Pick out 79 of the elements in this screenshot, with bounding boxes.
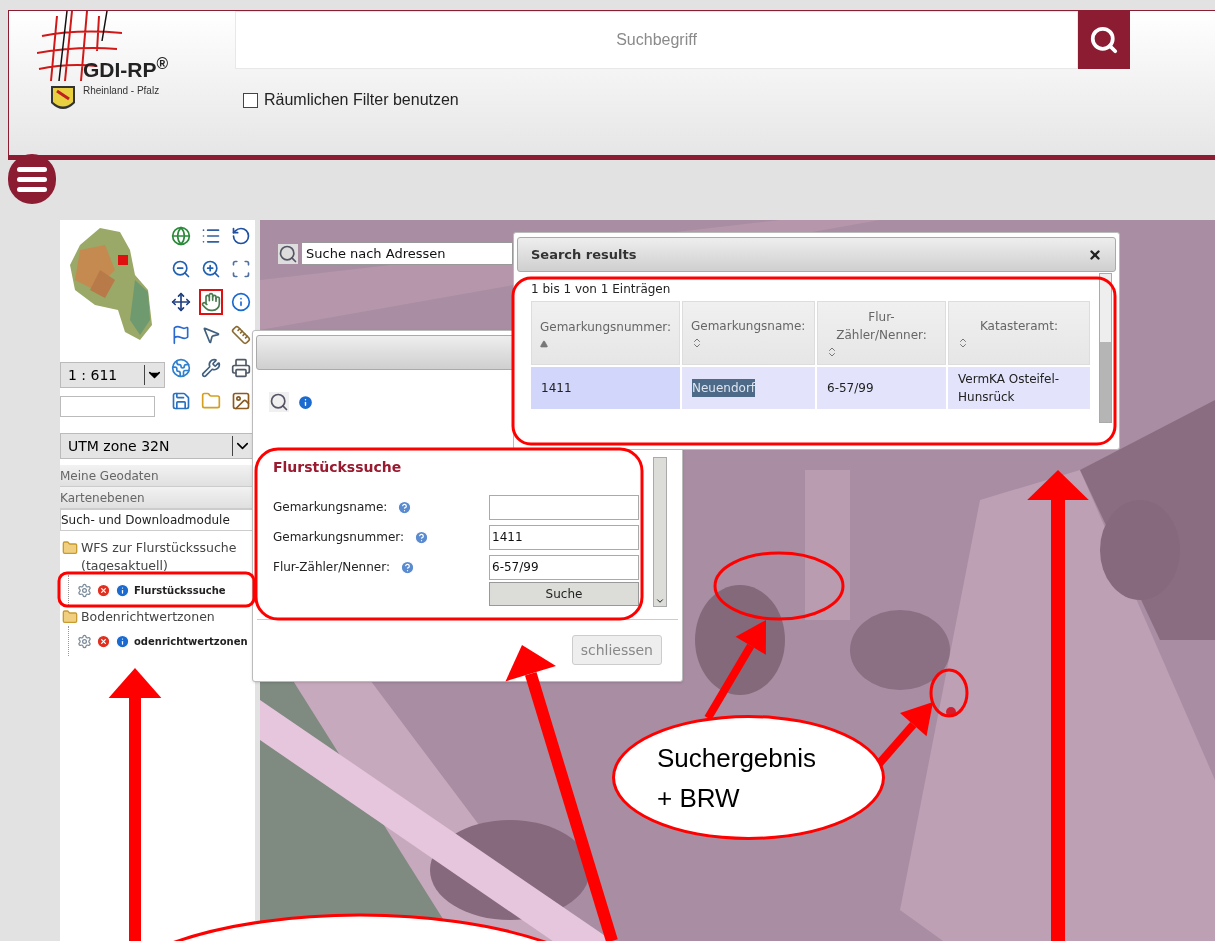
tree-item-label[interactable]: Flurstückssuche [134,582,226,598]
sort-icon [826,346,838,358]
sort-icon [691,337,703,349]
search-field[interactable]: Suchbegriff [235,11,1078,69]
column-header[interactable]: Flur-Zähler/Nenner: [817,301,946,365]
spatial-filter-checkbox[interactable] [243,92,258,108]
tree-item-label[interactable]: odenrichtwertzonen [134,633,248,649]
help-icon [399,559,415,575]
address-search-icon [278,243,298,264]
callout-text: Suchergebnis [657,742,817,773]
help-icon [414,529,430,545]
form-field[interactable] [489,494,639,520]
ruler-icon [231,325,251,345]
logo-subtitle: Rheinland - Pfalz [83,84,160,98]
table-cell: VermKA Osteifel-Hunsrück [948,367,1090,409]
info-icon [115,582,130,598]
search-icon [269,392,289,412]
list-icon [201,226,221,246]
logo-title: GDI-RP$^{®}$ [83,54,169,83]
result-marker [946,707,956,717]
remove-icon [96,582,111,598]
sort-ascending-icon [540,340,548,348]
info-icon [231,292,251,312]
field-label: Gemarkungsname: [273,499,388,516]
table-cell: 6-57/99 [817,367,946,409]
image-icon [231,391,251,411]
undo-icon [231,226,251,246]
info-icon [115,633,130,649]
column-header[interactable]: Katasteramt: [948,301,1090,365]
pan-icon [171,292,191,312]
zoom-out-icon [171,259,191,279]
folder-icon [201,391,221,411]
form-title: Flurstückssuche [273,458,403,477]
form-field[interactable]: 6-57/99 [489,554,639,580]
flag-icon [171,325,191,345]
folder-icon [62,609,78,625]
tree-folder-label[interactable]: Bodenrichtwertzonen [81,608,215,626]
projection-dropdown[interactable]: UTM zone 32N [60,433,253,459]
zoom-in-icon [201,259,221,279]
globe-icon [171,226,191,246]
printer-icon [231,358,251,378]
field-label: Gemarkungsnummer: [273,529,405,546]
settings-icon [77,633,92,649]
form-field[interactable]: 1411 [489,524,639,550]
scale-dropdown[interactable]: 1 : 611 [60,362,165,388]
spatial-filter-label: Räumlichen Filter benutzen [264,90,459,110]
scroll-down-icon [655,596,665,606]
pointer-icon [201,325,221,345]
close-icon [1088,247,1102,262]
address-search-field[interactable]: Suche nach Adressen [301,242,513,265]
table-cell: 1411 [531,367,680,409]
sidebar-tab[interactable]: Kartenebenen [60,487,255,509]
wrench-icon [201,358,221,378]
column-header[interactable]: Gemarkungsnummer: [531,301,680,365]
search-button[interactable] [1078,11,1130,69]
remove-icon [96,633,111,649]
menu-button[interactable] [8,154,56,204]
sidebar-tab[interactable]: Meine Geodaten [60,465,255,487]
help-icon [397,499,413,515]
column-header[interactable]: Gemarkungsname: [682,301,815,365]
annotation-ellipse [929,668,969,718]
dialog-title: Search results [531,245,638,264]
search-icon [1089,25,1119,55]
sidebar-tab[interactable]: Such- und Downloadmodule [60,509,255,531]
hand-icon [201,292,221,312]
save-icon [171,391,191,411]
settings-icon [77,582,92,598]
scale-input[interactable] [60,396,155,417]
earth-icon [171,358,191,378]
callout-text: + BRW [657,782,741,813]
zoom-box-icon [231,259,251,279]
tree-folder-label[interactable]: WFS zur Flurstückssuche (tagesaktuell) [81,539,255,575]
toolbar-button[interactable] [199,289,223,315]
sort-icon [957,337,969,349]
search-submit-button[interactable]: Suche [489,582,639,606]
field-label: Flur-Zähler/Nenner: [273,559,390,576]
folder-icon [62,540,78,556]
results-summary: 1 bis 1 von 1 Einträgen [531,281,672,298]
info-icon [297,393,314,411]
